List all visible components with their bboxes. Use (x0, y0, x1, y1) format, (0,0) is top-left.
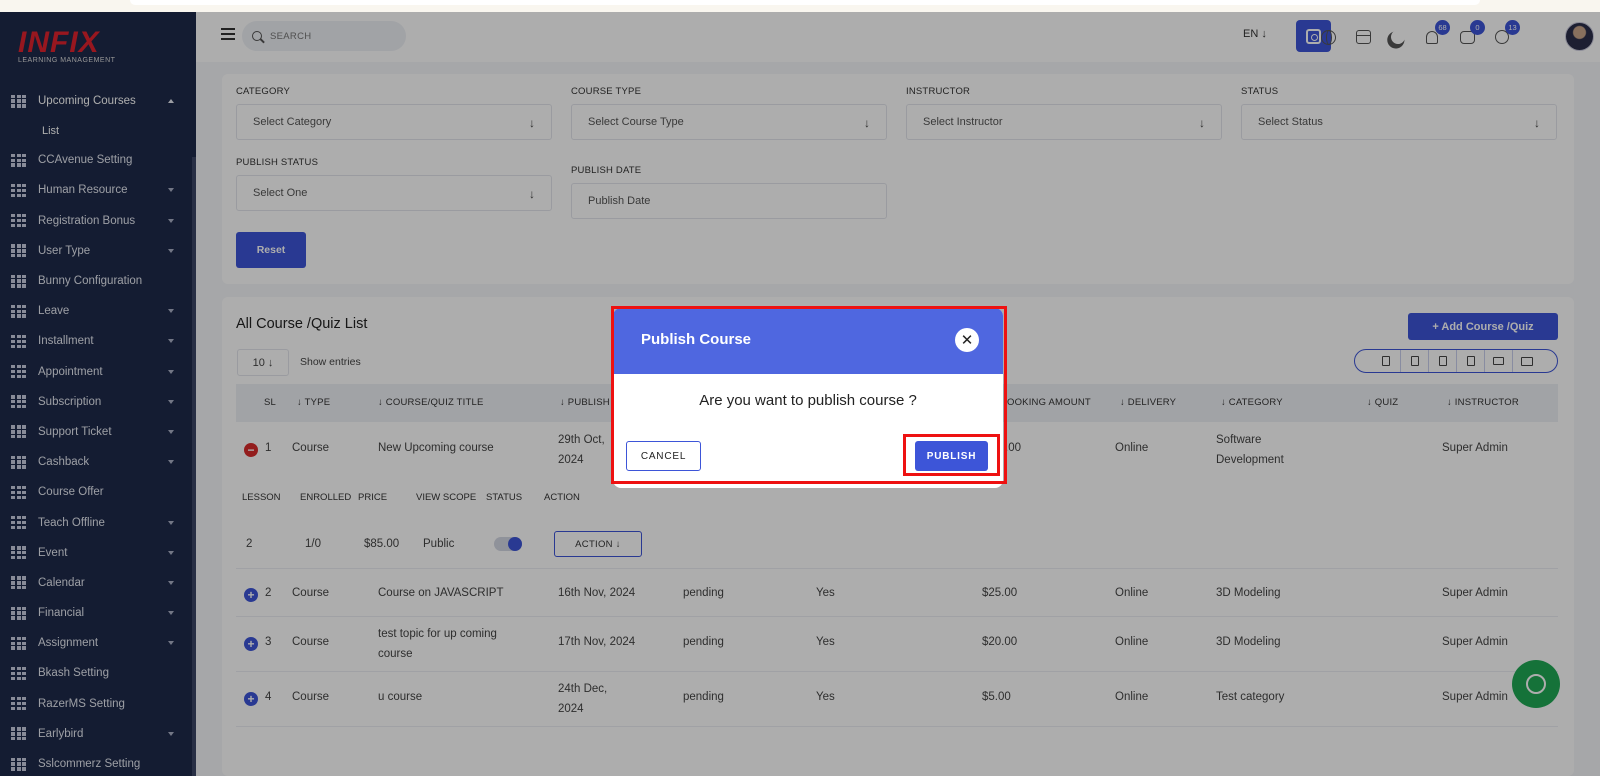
modal-title: Publish Course (641, 331, 752, 348)
publish-button[interactable]: PUBLISH (915, 441, 988, 471)
publish-course-modal: Publish Course ✕ Are you want to publish… (613, 308, 1003, 488)
close-icon[interactable]: ✕ (955, 328, 979, 352)
browser-top-strip (0, 0, 1600, 12)
modal-header: Publish Course ✕ (613, 308, 1003, 374)
modal-message: Are you want to publish course ? (699, 392, 917, 409)
cancel-button[interactable]: CANCEL (626, 441, 701, 471)
